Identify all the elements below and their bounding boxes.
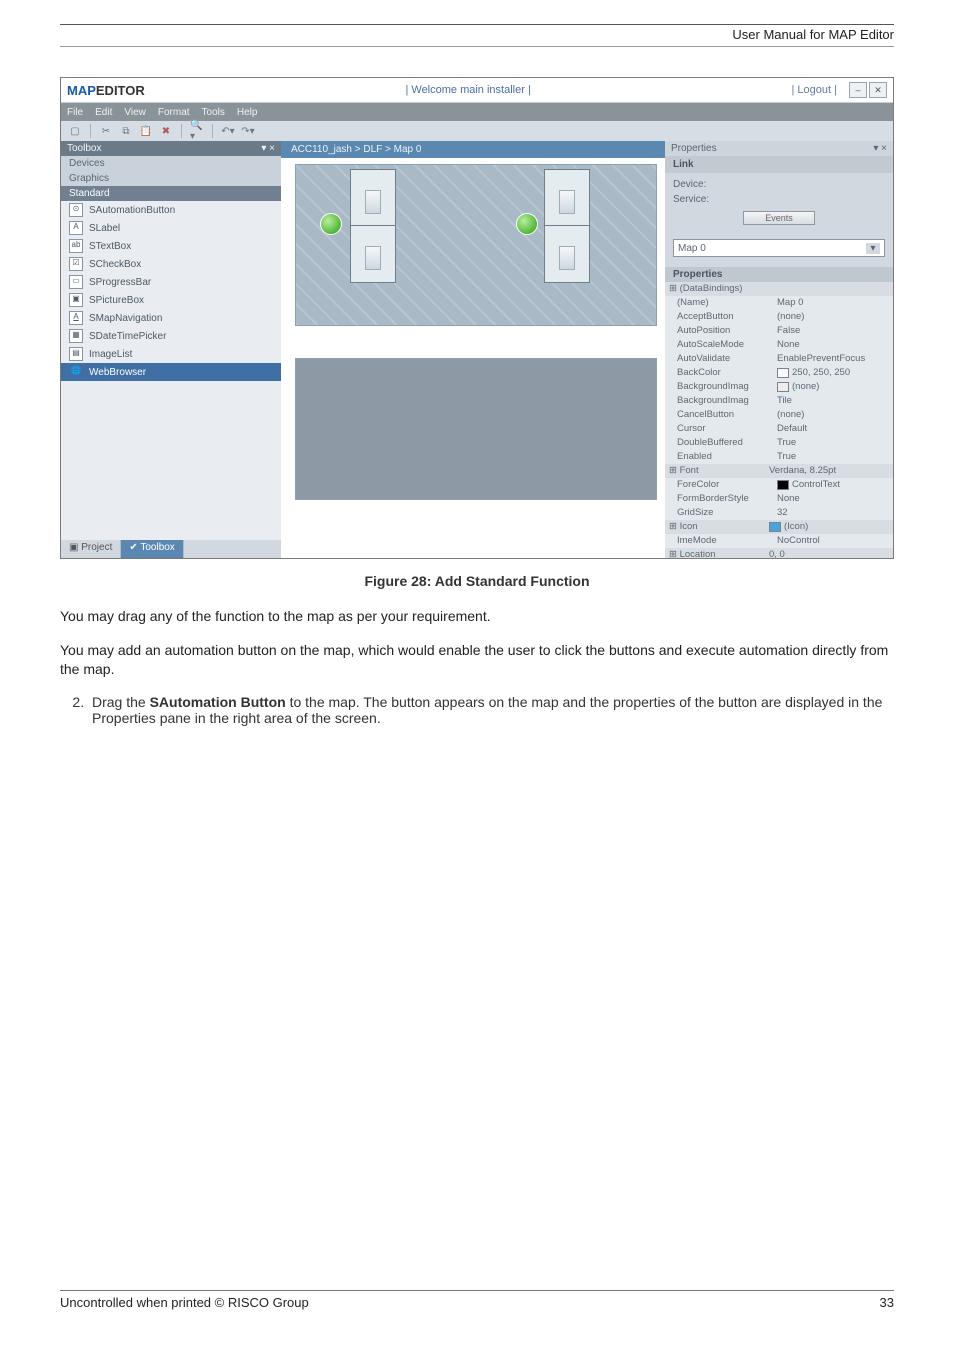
service-label: Service: xyxy=(673,194,885,205)
picturebox-icon: ▣ xyxy=(69,293,83,307)
delete-icon[interactable]: ✖ xyxy=(158,123,174,139)
toolbox-item[interactable]: ▤ImageList xyxy=(61,345,281,363)
menu-file[interactable]: File xyxy=(67,107,83,118)
property-row[interactable]: AutoPositionFalse xyxy=(665,324,893,338)
device-label: Device: xyxy=(673,179,885,190)
devices-category[interactable]: Devices xyxy=(61,156,281,171)
object-dropdown[interactable]: Map 0▾ xyxy=(673,239,885,257)
pin-icon[interactable]: ▾ × xyxy=(261,143,275,154)
paste-icon[interactable]: 📋 xyxy=(138,123,154,139)
canvas-tile[interactable] xyxy=(544,169,590,227)
webbrowser-icon: 🌐 xyxy=(69,365,83,379)
pin-icon[interactable]: ▾ × xyxy=(873,143,887,154)
design-canvas[interactable] xyxy=(281,158,665,558)
body-paragraph: You may drag any of the function to the … xyxy=(60,607,894,627)
toolbar: ▢ ✂ ⧉ 📋 ✖ 🔍▾ ↶▾ ↷▾ xyxy=(61,121,893,141)
property-row[interactable]: CursorDefault xyxy=(665,422,893,436)
mapnav-icon: A xyxy=(69,311,83,325)
figure-caption: Figure 28: Add Standard Function xyxy=(60,573,894,589)
property-row[interactable]: EnabledTrue xyxy=(665,450,893,464)
properties-pane-title: Properties▾ × xyxy=(665,141,893,156)
button-icon: ⊙ xyxy=(69,203,83,217)
breadcrumb: ACC110_jash > DLF > Map 0 xyxy=(281,141,665,158)
checkbox-icon: ☑ xyxy=(69,257,83,271)
menu-tools[interactable]: Tools xyxy=(202,107,225,118)
textbox-icon: ab xyxy=(69,239,83,253)
property-row[interactable]: ⊞ Icon(Icon) xyxy=(665,520,893,534)
canvas-tile[interactable] xyxy=(350,225,396,283)
imagelist-icon: ▤ xyxy=(69,347,83,361)
tool-icon[interactable]: ▢ xyxy=(67,123,83,139)
zoom-icon[interactable]: 🔍▾ xyxy=(189,123,205,139)
properties-grid[interactable]: Properties ⊞ (DataBindings)(Name)Map 0Ac… xyxy=(665,267,893,558)
progressbar-icon: ▭ xyxy=(69,275,83,289)
property-row[interactable]: CancelButton(none) xyxy=(665,408,893,422)
app-brand: MAPEDITOR xyxy=(67,83,145,98)
toolbox-header: Toolbox ▾ × xyxy=(61,141,281,156)
footer-left: Uncontrolled when printed © RISCO Group xyxy=(60,1295,309,1310)
property-row[interactable]: BackgroundImagTile xyxy=(665,394,893,408)
property-row[interactable]: FormBorderStyleNone xyxy=(665,492,893,506)
menu-format[interactable]: Format xyxy=(158,107,190,118)
chevron-down-icon: ▾ xyxy=(866,243,880,254)
property-row[interactable]: DoubleBufferedTrue xyxy=(665,436,893,450)
graphics-category[interactable]: Graphics xyxy=(61,171,281,186)
minimize-button[interactable]: ‒ xyxy=(849,82,867,98)
menu-help[interactable]: Help xyxy=(237,107,258,118)
toolbox-item[interactable]: ▦SDateTimePicker xyxy=(61,327,281,345)
property-row[interactable]: GridSize32 xyxy=(665,506,893,520)
close-button[interactable]: ✕ xyxy=(869,82,887,98)
toolbox-tab[interactable]: ✔ Toolbox xyxy=(121,540,183,558)
property-row[interactable]: ImeModeNoControl xyxy=(665,534,893,548)
step-item: Drag the SAutomation Button to the map. … xyxy=(88,694,894,726)
link-section: Link xyxy=(665,156,893,173)
menu-edit[interactable]: Edit xyxy=(95,107,112,118)
toolbox-item[interactable]: abSTextBox xyxy=(61,237,281,255)
toolbox-item[interactable]: ⊙SAutomationButton xyxy=(61,201,281,219)
toolbox-item[interactable]: ASMapNavigation xyxy=(61,309,281,327)
body-paragraph: You may add an automation button on the … xyxy=(60,641,894,680)
toolbox-item-selected[interactable]: 🌐WebBrowser xyxy=(61,363,281,381)
datetime-icon: ▦ xyxy=(69,329,83,343)
property-row[interactable]: AutoScaleModeNone xyxy=(665,338,893,352)
grid-header: Properties xyxy=(665,267,893,282)
menubar: File Edit View Format Tools Help xyxy=(61,103,893,121)
cut-icon[interactable]: ✂ xyxy=(98,123,114,139)
copy-icon[interactable]: ⧉ xyxy=(118,123,134,139)
toolbox-item[interactable]: ASLabel xyxy=(61,219,281,237)
title-welcome: | Welcome main installer | xyxy=(145,84,792,96)
undo-icon[interactable]: ↶▾ xyxy=(220,123,236,139)
property-row[interactable]: ⊞ FontVerdana, 8.25pt xyxy=(665,464,893,478)
titlebar: MAPEDITOR | Welcome main installer | | L… xyxy=(61,78,893,103)
events-button[interactable]: Events xyxy=(743,211,815,225)
menu-view[interactable]: View xyxy=(124,107,146,118)
redo-icon[interactable]: ↷▾ xyxy=(240,123,256,139)
label-icon: A xyxy=(69,221,83,235)
canvas-lower xyxy=(295,358,657,500)
project-tab[interactable]: ▣ Project xyxy=(61,540,121,558)
toolbox-item[interactable]: ☑SCheckBox xyxy=(61,255,281,273)
footer-page: 33 xyxy=(880,1295,894,1310)
property-row[interactable]: AutoValidateEnablePreventFocus xyxy=(665,352,893,366)
toolbox-item[interactable]: ▭SProgressBar xyxy=(61,273,281,291)
property-row[interactable]: (Name)Map 0 xyxy=(665,296,893,310)
property-row[interactable]: BackgroundImag(none) xyxy=(665,380,893,394)
toolbox-item[interactable]: ▣SPictureBox xyxy=(61,291,281,309)
property-row[interactable]: ⊞ (DataBindings) xyxy=(665,282,893,296)
page-footer: Uncontrolled when printed © RISCO Group … xyxy=(60,1290,894,1310)
canvas-tile[interactable] xyxy=(350,169,396,227)
property-row[interactable]: ⊞ Location0, 0 xyxy=(665,548,893,558)
canvas-dot[interactable] xyxy=(320,213,342,235)
property-row[interactable]: BackColor250, 250, 250 xyxy=(665,366,893,380)
property-row[interactable]: ForeColorControlText xyxy=(665,478,893,492)
page-header: User Manual for MAP Editor xyxy=(60,27,894,42)
app-screenshot: MAPEDITOR | Welcome main installer | | L… xyxy=(60,77,894,559)
logout-link[interactable]: | Logout | xyxy=(792,84,837,96)
canvas-dot[interactable] xyxy=(516,213,538,235)
property-row[interactable]: AcceptButton(none) xyxy=(665,310,893,324)
standard-header: Standard xyxy=(61,186,281,201)
canvas-tile[interactable] xyxy=(544,225,590,283)
